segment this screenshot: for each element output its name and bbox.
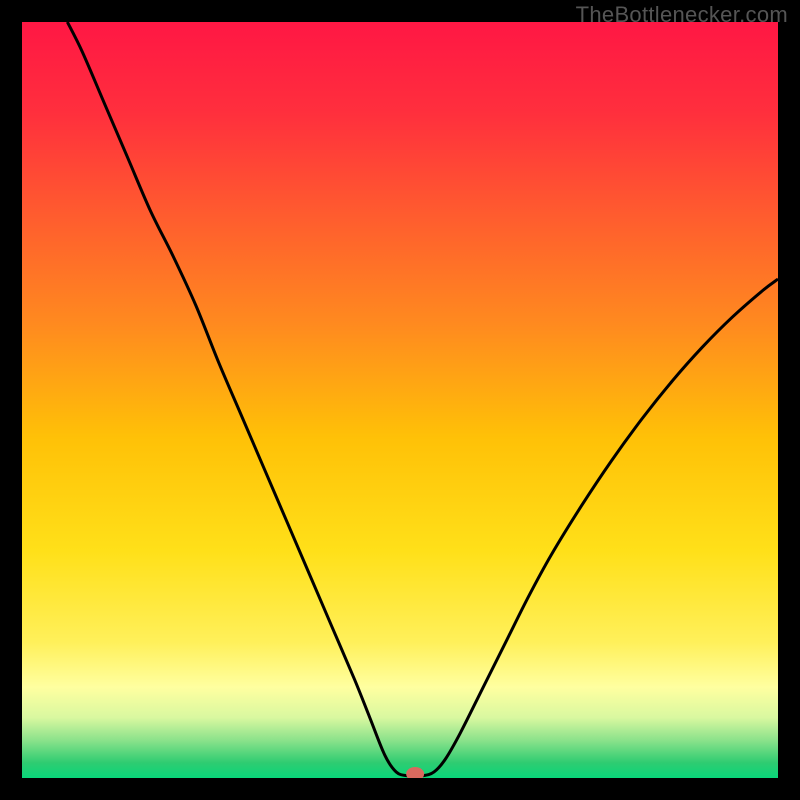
chart-background bbox=[22, 22, 778, 778]
bottleneck-chart bbox=[22, 22, 778, 778]
chart-frame bbox=[22, 22, 778, 778]
